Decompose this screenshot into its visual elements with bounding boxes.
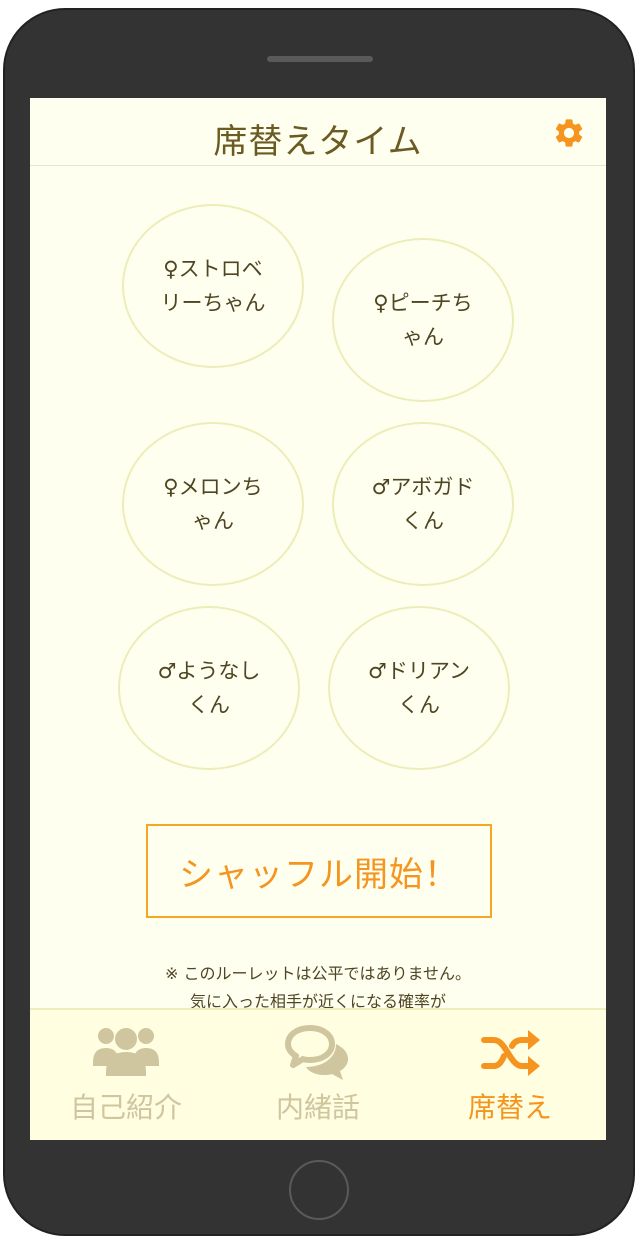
gear-icon[interactable] [552,116,586,150]
tab-label: 内緒話 [275,1091,360,1124]
tab-label: 自己紹介 [69,1091,182,1124]
shuffle-icon [481,1030,540,1076]
tab-bar: 自己紹介 内緒話 席替え [30,1008,606,1140]
seat-pear[interactable]: ♂ようなしくん [118,606,300,770]
users-icon [93,1028,159,1076]
seat-label: ♂ようなしくん [157,659,261,717]
tab-self-introduction[interactable]: 自己紹介 [30,1010,222,1140]
tab-label: 席替え [467,1091,552,1124]
header: 席替えタイム [30,98,606,166]
seat-peach[interactable]: ♀ピーチちゃん [332,238,514,402]
tab-seat-change[interactable]: 席替え [414,1010,606,1140]
seat-label: ♂ドリアンくん [368,659,470,717]
seat-label: ♀ピーチちゃん [373,291,473,349]
shuffle-start-button[interactable]: シャッフル開始！ [146,824,492,918]
app-screen: 席替えタイム ♀ストロベリーちゃん ♀ピーチちゃん ♀メロンちゃん ♂アボガドく… [30,98,606,1140]
seat-label: ♀メロンちゃん [163,475,263,533]
seat-melon[interactable]: ♀メロンちゃん [122,422,304,586]
seat-durian[interactable]: ♂ドリアンくん [328,606,510,770]
chat-bubbles-icon [285,1025,348,1080]
seat-strawberry[interactable]: ♀ストロベリーちゃん [122,204,304,368]
seat-label: ♂アボガドくん [371,475,475,533]
speaker-grille [267,56,373,62]
page-title: 席替えタイム [213,122,423,162]
note-line-1: ※ このルーレットは公平ではありません。 [164,964,471,983]
home-button[interactable] [289,1160,349,1220]
seat-avocado[interactable]: ♂アボガドくん [332,422,514,586]
tab-secret-talk[interactable]: 内緒話 [222,1010,414,1140]
seat-label: ♀ストロベリーちゃん [160,257,266,315]
